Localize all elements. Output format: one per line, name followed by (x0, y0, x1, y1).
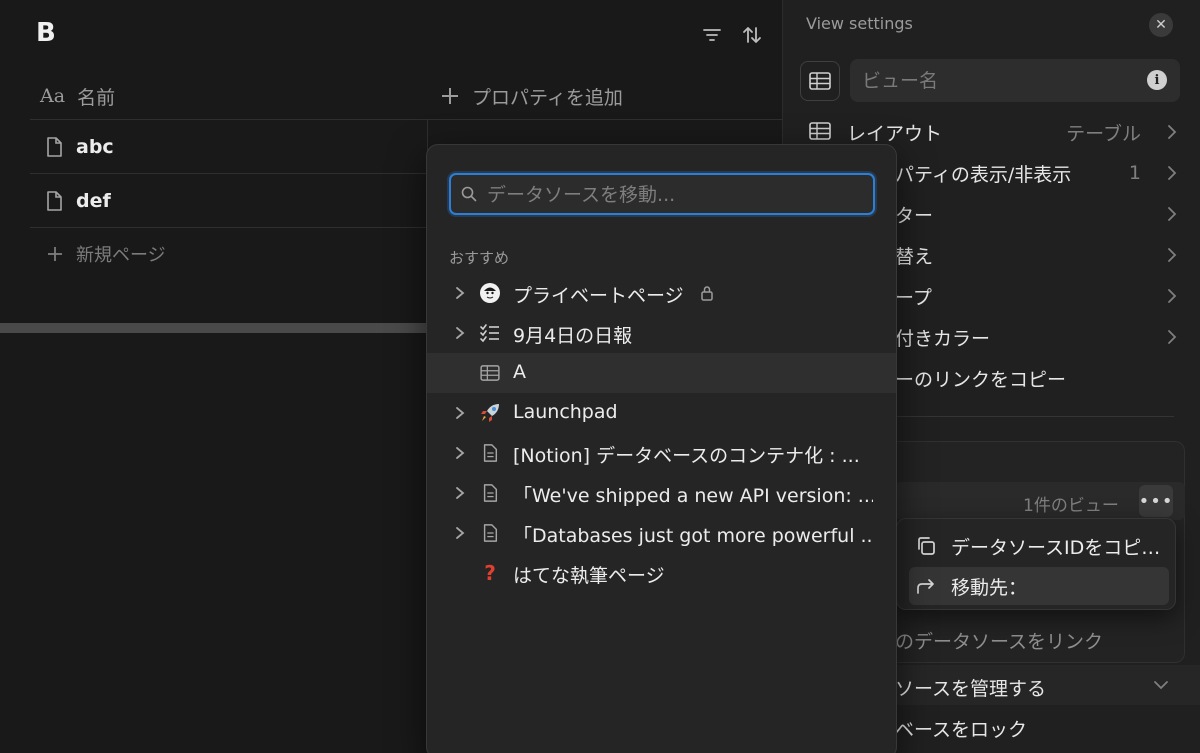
item-label: 「Databases just got more powerful ... (513, 525, 873, 547)
setting-label: ープ (895, 286, 932, 309)
chevron-right-icon[interactable] (454, 286, 466, 300)
filter-icon[interactable] (701, 24, 723, 46)
search-box[interactable] (449, 173, 875, 215)
new-page-button[interactable]: 新規ページ (46, 241, 166, 267)
page-icon (479, 522, 501, 544)
menu-item-label: データソースIDをコピ… (951, 536, 1161, 559)
table-icon (809, 122, 831, 140)
menu-item-label: 移動先： (951, 576, 1028, 599)
checklist-icon (479, 322, 501, 344)
name-column-header[interactable]: Aa 名前 (40, 80, 115, 112)
rocket-icon (479, 402, 501, 424)
list-item[interactable]: ? はてな執筆ページ (427, 553, 896, 593)
chevron-right-icon (1168, 166, 1177, 180)
chevron-right-icon[interactable] (454, 326, 466, 340)
list-item[interactable]: [Notion] データベースのコンテナ化 : ... (427, 433, 896, 473)
item-label: Launchpad (513, 401, 618, 423)
add-property-button[interactable]: プロパティを追加 (440, 80, 623, 112)
page-icon (47, 137, 62, 157)
search-icon (461, 186, 477, 202)
close-icon: ✕ (1155, 17, 1167, 33)
chevron-right-icon[interactable] (454, 406, 466, 420)
setting-label: ター (895, 204, 934, 227)
panel-title: View settings (806, 14, 913, 33)
views-count: 1件のビュー (1023, 496, 1119, 516)
setting-label: レイアウト (847, 122, 943, 145)
avatar-icon (479, 282, 501, 304)
lock-icon (701, 286, 713, 301)
more-options-button[interactable]: ••• (1139, 485, 1173, 517)
table-row[interactable]: def (44, 186, 111, 216)
data-source-context-menu: データソースIDをコピ… 移動先： (896, 518, 1176, 610)
table-icon (479, 362, 501, 384)
text-property-icon: Aa (40, 85, 66, 107)
close-button[interactable]: ✕ (1149, 13, 1173, 37)
row-title[interactable]: def (76, 190, 111, 212)
lock-database-button[interactable]: ベースをロック (895, 715, 1027, 742)
info-icon[interactable]: i (1147, 70, 1167, 90)
chevron-right-icon (1168, 207, 1177, 221)
item-label: [Notion] データベースのコンテナ化 : ... (513, 445, 860, 467)
item-label: プライベートページ (513, 285, 684, 307)
list-item[interactable]: 9月4日の日報 (427, 313, 896, 353)
table-icon (809, 72, 831, 90)
list-item[interactable]: 「Databases just got more powerful ... (427, 513, 896, 553)
setting-label: パティの表示/非表示 (895, 163, 1072, 186)
chevron-right-icon (1168, 289, 1177, 303)
page-icon (47, 191, 62, 211)
copy-icon (918, 537, 935, 555)
list-item[interactable]: A (427, 353, 896, 393)
plus-icon (442, 88, 458, 104)
name-column-label: 名前 (77, 86, 116, 109)
move-to-item[interactable]: 移動先： (909, 567, 1169, 605)
item-label: 9月4日の日報 (513, 325, 633, 347)
question-icon: ? (484, 561, 496, 585)
chevron-right-icon (1168, 248, 1177, 262)
list-item[interactable]: プライベートページ (427, 273, 896, 313)
setting-value: 1 (1128, 162, 1141, 184)
list-item[interactable]: Launchpad (427, 393, 896, 433)
view-icon-button[interactable] (800, 61, 840, 101)
sort-icon[interactable] (741, 24, 763, 46)
chevron-right-icon[interactable] (454, 526, 466, 540)
database-title[interactable]: B (36, 18, 56, 48)
ellipsis-icon: ••• (1138, 490, 1174, 512)
page-icon (479, 482, 501, 504)
horizontal-scrollbar[interactable] (0, 323, 430, 333)
move-arrow-icon (917, 579, 934, 594)
chevron-right-icon[interactable] (454, 486, 466, 500)
item-label: A (513, 361, 526, 383)
list-item[interactable]: 「We've shipped a new API version: ... (427, 473, 896, 513)
add-property-label: プロパティを追加 (472, 86, 623, 109)
chevron-right-icon (1168, 330, 1177, 344)
new-page-label: 新規ページ (76, 245, 166, 266)
manage-data-sources-label: ソースを管理する (895, 678, 1047, 700)
table-row[interactable]: abc (44, 132, 114, 162)
item-label: 「We've shipped a new API version: ... (513, 485, 873, 507)
setting-label: 替え (895, 245, 934, 268)
section-label: おすすめ (449, 249, 510, 267)
copy-data-source-id-item[interactable]: データソースIDをコピ… (909, 527, 1169, 565)
page-icon (479, 442, 501, 464)
setting-label: ーのリンクをコピー (895, 368, 1067, 391)
item-label: はてな執筆ページ (513, 565, 665, 587)
plus-icon (48, 247, 62, 261)
setting-label: 付きカラー (895, 327, 991, 350)
header-divider (30, 119, 782, 120)
row-title[interactable]: abc (76, 136, 114, 158)
link-data-source[interactable]: のデータソースをリンク (895, 627, 1103, 654)
chevron-right-icon[interactable] (454, 446, 466, 460)
search-input[interactable] (487, 183, 867, 207)
setting-value: テーブル (1066, 122, 1141, 145)
chevron-right-icon (1168, 125, 1177, 139)
view-name-input[interactable] (850, 59, 1180, 102)
chevron-down-icon (1154, 681, 1168, 690)
move-data-source-popup: おすすめ プライベートページ (426, 144, 897, 753)
